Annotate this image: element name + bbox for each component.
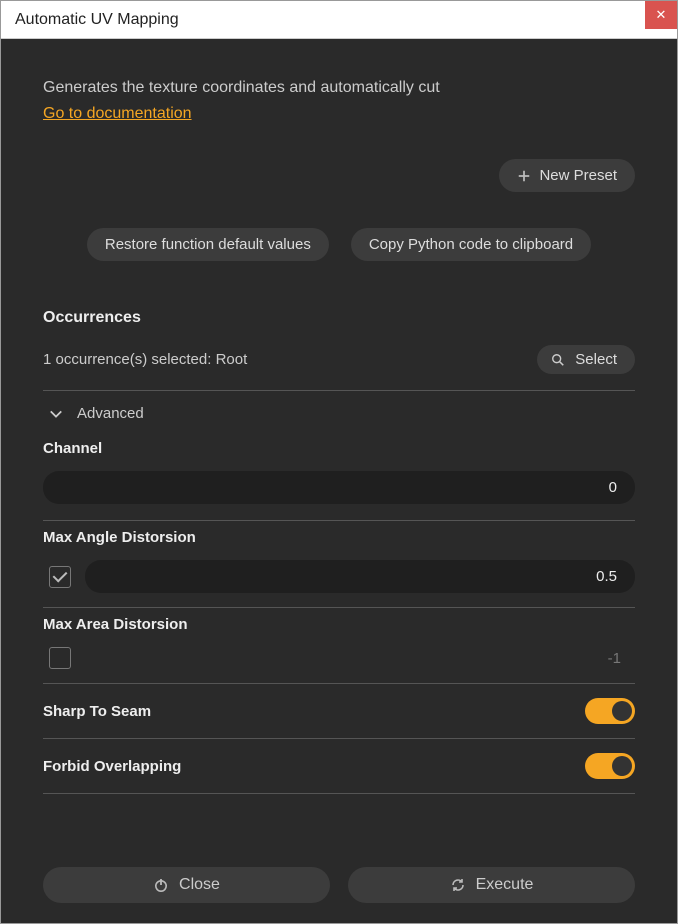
advanced-label: Advanced: [77, 405, 144, 422]
divider: [43, 520, 635, 521]
window-title: Automatic UV Mapping: [15, 11, 179, 29]
max-angle-checkbox[interactable]: [49, 566, 71, 588]
occurrences-row: 1 occurrence(s) selected: Root Select: [43, 345, 635, 374]
max-area-label: Max Area Distorsion: [43, 616, 635, 633]
titlebar: Automatic UV Mapping ✕: [1, 1, 677, 39]
power-icon: [153, 877, 169, 893]
occurrences-heading: Occurrences: [43, 309, 635, 327]
divider: [43, 793, 635, 794]
restore-defaults-button[interactable]: Restore function default values: [87, 228, 329, 261]
forbid-overlap-row: Forbid Overlapping: [43, 739, 635, 793]
advanced-toggle[interactable]: Advanced: [43, 391, 635, 432]
chevron-down-icon: [49, 407, 63, 421]
max-angle-input[interactable]: [85, 560, 635, 593]
action-row: Restore function default values Copy Pyt…: [43, 228, 635, 261]
footer-buttons: Close Execute: [43, 847, 635, 903]
max-area-value: -1: [85, 650, 635, 667]
max-area-row: -1: [43, 647, 635, 669]
restore-defaults-label: Restore function default values: [105, 236, 311, 253]
execute-button[interactable]: Execute: [348, 867, 635, 903]
close-button[interactable]: Close: [43, 867, 330, 903]
select-label: Select: [575, 351, 617, 368]
occurrences-summary: 1 occurrence(s) selected: Root: [43, 351, 247, 368]
max-area-checkbox[interactable]: [49, 647, 71, 669]
dialog-content: Generates the texture coordinates and au…: [1, 39, 677, 923]
channel-label: Channel: [43, 440, 635, 457]
refresh-icon: [450, 877, 466, 893]
copy-python-label: Copy Python code to clipboard: [369, 236, 573, 253]
sharp-to-seam-toggle[interactable]: [585, 698, 635, 724]
close-icon: ✕: [656, 7, 667, 23]
new-preset-button[interactable]: New Preset: [499, 159, 635, 192]
forbid-overlap-label: Forbid Overlapping: [43, 758, 181, 775]
max-angle-label: Max Angle Distorsion: [43, 529, 635, 546]
description-text: Generates the texture coordinates and au…: [43, 79, 635, 97]
execute-label: Execute: [476, 876, 534, 894]
documentation-link[interactable]: Go to documentation: [43, 105, 635, 123]
max-angle-row: [43, 560, 635, 593]
window-close-button[interactable]: ✕: [645, 1, 677, 29]
close-label: Close: [179, 876, 220, 894]
dialog-window: Automatic UV Mapping ✕ Generates the tex…: [0, 0, 678, 924]
copy-python-button[interactable]: Copy Python code to clipboard: [351, 228, 591, 261]
sharp-to-seam-label: Sharp To Seam: [43, 703, 151, 720]
forbid-overlap-toggle[interactable]: [585, 753, 635, 779]
search-icon: [551, 353, 565, 367]
divider: [43, 607, 635, 608]
select-button[interactable]: Select: [537, 345, 635, 374]
new-preset-label: New Preset: [539, 167, 617, 184]
channel-input[interactable]: [43, 471, 635, 504]
preset-row: New Preset: [43, 159, 635, 192]
plus-icon: [517, 169, 531, 183]
sharp-to-seam-row: Sharp To Seam: [43, 684, 635, 738]
